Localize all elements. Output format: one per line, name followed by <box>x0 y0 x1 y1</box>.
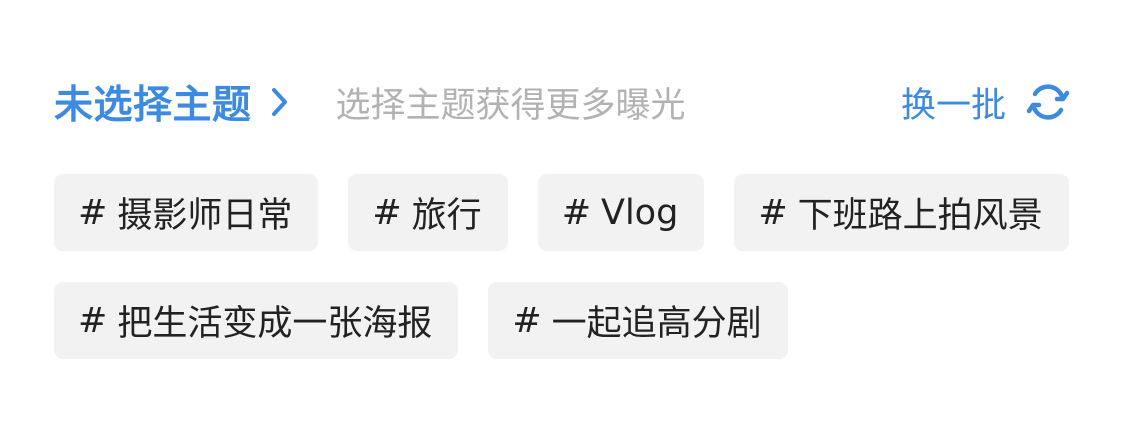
topic-tag[interactable]: # 下班路上拍风景 <box>734 174 1069 251</box>
chevron-right-icon <box>270 84 290 120</box>
hash-icon: # <box>758 192 788 233</box>
hash-icon: # <box>561 192 592 233</box>
topic-tag[interactable]: # Vlog <box>537 174 705 251</box>
refresh-button[interactable]: 换一批 <box>901 77 1070 128</box>
refresh-icon <box>1026 80 1070 124</box>
topic-tag-label: 把生活变成一张海报 <box>117 304 433 344</box>
topic-tag-label: 一起追高分剧 <box>551 304 762 344</box>
topic-tag[interactable]: # 一起追高分剧 <box>488 282 788 359</box>
topic-title: 未选择主题 <box>54 83 252 128</box>
topic-tag[interactable]: # 旅行 <box>348 174 508 251</box>
topic-tag-label: 摄影师日常 <box>117 196 293 236</box>
hash-icon: # <box>372 192 402 233</box>
topic-tag[interactable]: # 把生活变成一张海报 <box>54 282 459 359</box>
topic-tag[interactable]: # 摄影师日常 <box>54 174 319 251</box>
topic-hint: 选择主题获得更多曝光 <box>335 85 686 126</box>
topic-select-button[interactable]: 未选择主题 <box>54 74 290 130</box>
tag-row: # 摄影师日常 # 旅行 # Vlog # 下班路上拍风景 <box>54 174 1084 251</box>
topic-header: 未选择主题 选择主题获得更多曝光 换一批 <box>54 72 1070 132</box>
tag-row: # 把生活变成一张海报 # 一起追高分剧 <box>54 282 1084 359</box>
hash-icon: # <box>78 192 108 233</box>
topic-tag-label: 下班路上拍风景 <box>797 196 1043 236</box>
topic-tag-list: # 摄影师日常 # 旅行 # Vlog # 下班路上拍风景 # 把生活变成一张海… <box>54 174 1084 390</box>
topic-tag-label: 旅行 <box>411 196 482 236</box>
topic-tag-label: Vlog <box>601 192 679 233</box>
refresh-label: 换一批 <box>900 85 1006 126</box>
hash-icon: # <box>78 300 108 341</box>
hash-icon: # <box>512 300 542 341</box>
